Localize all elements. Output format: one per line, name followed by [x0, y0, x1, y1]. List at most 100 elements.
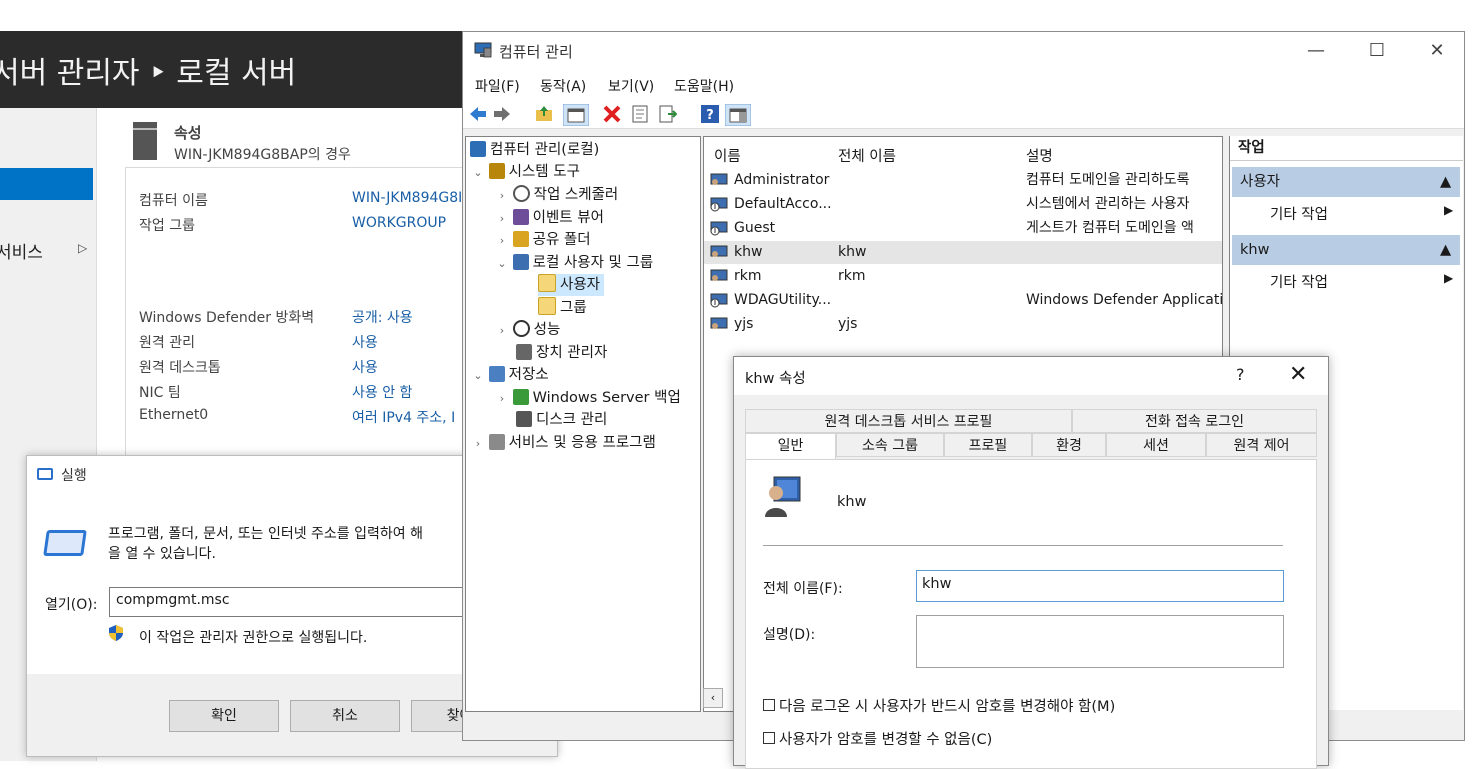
tree-disk-management[interactable]: 디스크 관리 [516, 409, 607, 431]
property-value-link[interactable]: WORKGROUP [352, 215, 446, 231]
property-value-link[interactable]: 사용 [352, 332, 378, 352]
cannot-change-password-checkbox[interactable]: 사용자가 암호를 변경할 수 없음(C) [763, 728, 992, 749]
tree-root[interactable]: 컴퓨터 관리(로컬) [470, 139, 599, 161]
chevron-down-icon[interactable]: ⌄ [472, 162, 484, 184]
left-nav-selected-item[interactable] [0, 168, 93, 200]
actions-section-users[interactable]: 사용자 ▲ [1232, 167, 1460, 197]
menu-file[interactable]: 파일(F) [475, 76, 520, 96]
ok-button[interactable]: 확인 [169, 700, 279, 732]
forward-arrow-icon[interactable] [493, 105, 511, 123]
help-icon[interactable]: ? [701, 105, 719, 123]
tree-storage[interactable]: ⌄ 저장소 [472, 364, 549, 386]
table-row-selected[interactable]: khw khw [704, 241, 1222, 264]
description-input[interactable] [916, 615, 1284, 668]
menu-help[interactable]: 도움말(H) [674, 76, 734, 96]
folder-icon [538, 297, 556, 315]
tree-label: 그룹 [560, 300, 587, 316]
tab-sessions[interactable]: 세션 [1106, 433, 1206, 457]
column-header-name[interactable]: 이름 [714, 145, 741, 166]
disabled-user-icon [710, 197, 728, 212]
chevron-right-icon[interactable]: › [496, 185, 508, 207]
must-change-password-checkbox[interactable]: 다음 로그온 시 사용자가 반드시 암호를 변경해야 함(M) [763, 695, 1115, 716]
disabled-user-icon [710, 221, 728, 236]
submenu-arrow-icon[interactable]: ▶ [1444, 203, 1453, 217]
collapse-icon[interactable]: ▲ [1440, 167, 1451, 197]
tree-groups[interactable]: 그룹 [538, 297, 587, 319]
tab-general[interactable]: 일반 [745, 433, 836, 461]
svg-text:?: ? [706, 108, 714, 123]
collapse-icon[interactable]: ▲ [1440, 235, 1451, 265]
separator [763, 545, 1283, 546]
tree-event-viewer[interactable]: › 이벤트 뷰어 [496, 207, 604, 229]
tab-dial-in[interactable]: 전화 접속 로그인 [1072, 409, 1317, 433]
tab-member-of[interactable]: 소속 그룹 [836, 433, 944, 457]
tree-task-scheduler[interactable]: › 작업 스케줄러 [496, 184, 618, 206]
tree-system-tools[interactable]: ⌄ 시스템 도구 [472, 161, 580, 183]
back-arrow-icon[interactable] [469, 105, 487, 123]
chevron-down-icon[interactable]: ⌄ [472, 365, 484, 387]
tree-performance[interactable]: › 성능 [496, 319, 560, 341]
close-button[interactable]: ✕ [1414, 38, 1460, 64]
tree-local-users-groups[interactable]: ⌄ 로컬 사용자 및 그룹 [496, 252, 653, 274]
fullname-input[interactable]: khw [916, 570, 1284, 602]
chevron-right-icon[interactable]: › [496, 320, 508, 342]
export-list-icon[interactable] [659, 105, 677, 123]
menu-view[interactable]: 보기(V) [608, 76, 654, 96]
cancel-button[interactable]: 취소 [290, 700, 400, 732]
chevron-right-icon[interactable]: ▷ [78, 241, 87, 255]
tab-remote-desktop-profile[interactable]: 원격 데스크톱 서비스 프로필 [745, 409, 1072, 433]
minimize-button[interactable]: — [1293, 38, 1339, 64]
tree-shared-folders[interactable]: › 공유 폴더 [496, 229, 591, 251]
run-prompt-line1: 프로그램, 폴더, 문서, 또는 인터넷 주소를 입력하여 해 [108, 526, 423, 542]
help-button[interactable]: ? [1236, 365, 1245, 384]
chevron-down-icon[interactable]: ⌄ [496, 253, 508, 275]
table-row[interactable]: DefaultAcco... 시스템에서 관리하는 사용자 [704, 193, 1222, 216]
table-row[interactable]: WDAGUtility... Windows Defender Applicat… [704, 289, 1222, 312]
users-groups-icon [512, 254, 529, 270]
property-value-link[interactable]: 사용 안 함 [352, 382, 412, 402]
tree-device-manager[interactable]: 장치 관리자 [516, 342, 607, 364]
checkbox-box[interactable] [763, 699, 775, 711]
actions-header-label: 작업 [1238, 140, 1265, 156]
actions-section-khw[interactable]: khw ▲ [1232, 235, 1460, 265]
scroll-left-button[interactable]: ‹ [703, 688, 723, 708]
submenu-arrow-icon[interactable]: ▶ [1444, 271, 1453, 285]
up-folder-icon[interactable] [535, 105, 553, 123]
close-button[interactable]: ✕ [1289, 362, 1307, 387]
menu-action[interactable]: 동작(A) [540, 76, 586, 96]
maximize-button[interactable]: ☐ [1354, 38, 1400, 64]
row-name: DefaultAcco... [734, 196, 832, 212]
properties-icon[interactable] [631, 105, 649, 123]
tree-services-apps[interactable]: › 서비스 및 응용 프로그램 [472, 432, 656, 454]
show-hide-tree-icon[interactable] [563, 104, 589, 126]
property-value-link[interactable]: 공개: 사용 [352, 307, 413, 327]
property-value-link[interactable]: WIN-JKM894G8I [352, 190, 462, 206]
show-hide-action-pane-icon[interactable] [725, 104, 751, 126]
row-description: Windows Defender Applicatio [1026, 292, 1222, 308]
chevron-right-icon[interactable]: › [472, 433, 484, 455]
table-row[interactable]: Administrator 컴퓨터 도메인을 관리하도록 [704, 169, 1222, 192]
delete-icon[interactable] [603, 105, 621, 123]
column-header-fullname[interactable]: 전체 이름 [838, 145, 896, 166]
column-header-description[interactable]: 설명 [1026, 145, 1053, 166]
tree-users[interactable]: 사용자 [538, 274, 605, 296]
chevron-right-icon[interactable]: › [496, 388, 508, 410]
tab-environment[interactable]: 환경 [1032, 433, 1106, 457]
chevron-right-icon[interactable]: › [496, 208, 508, 230]
checkbox-box[interactable] [763, 732, 775, 744]
table-row[interactable]: Guest 게스트가 컴퓨터 도메인을 액 [704, 217, 1222, 240]
username-display: khw [837, 494, 867, 510]
table-row[interactable]: yjs yjs [704, 313, 1222, 336]
more-actions-item[interactable]: 기타 작업 [1270, 271, 1328, 292]
left-nav-services[interactable]: 서비스 [0, 238, 43, 263]
tab-profile[interactable]: 프로필 [944, 433, 1032, 457]
tree-windows-server-backup[interactable]: › Windows Server 백업 [496, 387, 681, 409]
tab-remote-control[interactable]: 원격 제어 [1206, 433, 1317, 457]
user-icon [710, 269, 728, 281]
chevron-right-icon[interactable]: › [496, 230, 508, 252]
property-value-link[interactable]: 사용 [352, 357, 378, 377]
property-value-link[interactable]: 여러 IPv4 주소, I [352, 407, 455, 427]
table-row[interactable]: rkm rkm [704, 265, 1222, 288]
tree-label: 로컬 사용자 및 그룹 [532, 255, 654, 271]
more-actions-item[interactable]: 기타 작업 [1270, 203, 1328, 224]
